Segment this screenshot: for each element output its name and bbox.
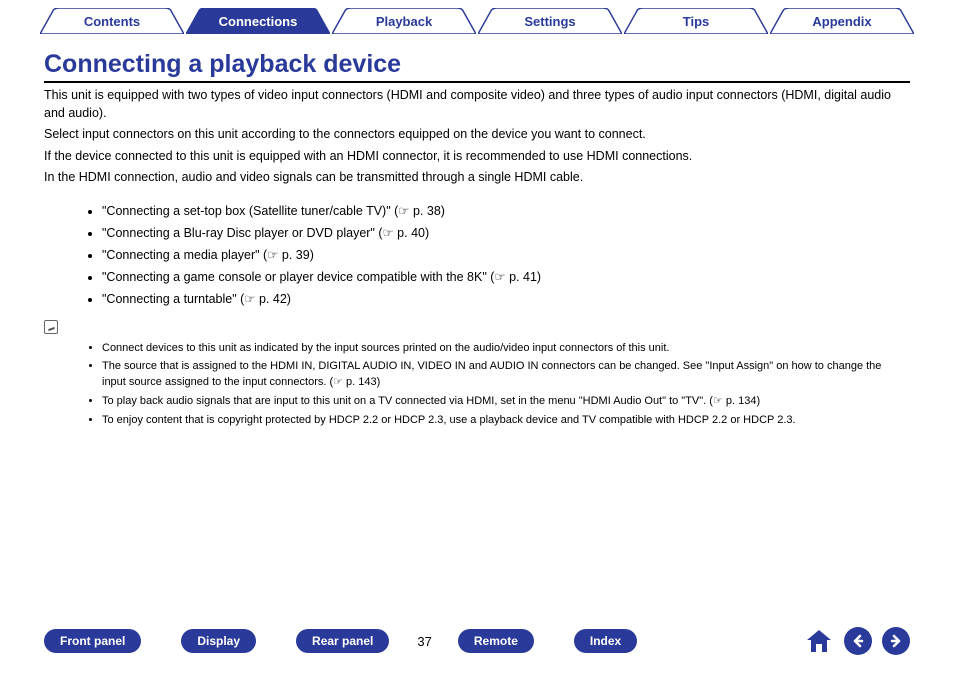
intro-paragraph: If the device connected to this unit is …: [44, 148, 910, 166]
link-text: "Connecting a Blu-ray Disc player or DVD…: [102, 226, 429, 240]
link-text: "Connecting a game console or player dev…: [102, 270, 541, 284]
prev-page-icon[interactable]: [844, 627, 872, 655]
front-panel-button[interactable]: Front panel: [44, 629, 141, 653]
reference-link[interactable]: "Connecting a set-top box (Satellite tun…: [102, 201, 910, 221]
nav-icons: [804, 627, 910, 655]
pill-label: Front panel: [60, 634, 125, 648]
pill-label: Display: [197, 634, 240, 648]
tab-appendix[interactable]: Appendix: [770, 8, 914, 34]
note-item: Connect devices to this unit as indicate…: [102, 341, 902, 357]
note-item: The source that is assigned to the HDMI …: [102, 359, 902, 391]
notes-list: Connect devices to this unit as indicate…: [62, 341, 910, 430]
reference-link[interactable]: "Connecting a turntable" (☞ p. 42): [102, 289, 910, 309]
remote-button[interactable]: Remote: [458, 629, 534, 653]
intro-paragraph: Select input connectors on this unit acc…: [44, 126, 910, 144]
page-body: Connecting a playback device This unit i…: [0, 34, 954, 429]
pill-label: Remote: [474, 634, 518, 648]
tab-contents[interactable]: Contents: [40, 8, 184, 34]
pill-label: Index: [590, 634, 621, 648]
page-number: 37: [417, 634, 431, 649]
note-item: To enjoy content that is copyright prote…: [102, 413, 902, 429]
tab-playback[interactable]: Playback: [332, 8, 476, 34]
reference-link[interactable]: "Connecting a media player" (☞ p. 39): [102, 245, 910, 265]
tab-label: Connections: [219, 14, 298, 29]
index-button[interactable]: Index: [574, 629, 637, 653]
intro-paragraph: This unit is equipped with two types of …: [44, 87, 910, 122]
reference-link-list: "Connecting a set-top box (Satellite tun…: [62, 201, 910, 309]
home-icon[interactable]: [804, 627, 834, 655]
tab-label: Playback: [376, 14, 432, 29]
intro-paragraph: In the HDMI connection, audio and video …: [44, 169, 910, 187]
next-page-icon[interactable]: [882, 627, 910, 655]
reference-link[interactable]: "Connecting a game console or player dev…: [102, 267, 910, 287]
link-text: "Connecting a media player" (☞ p. 39): [102, 248, 314, 262]
tab-tips[interactable]: Tips: [624, 8, 768, 34]
display-button[interactable]: Display: [181, 629, 256, 653]
link-text: "Connecting a turntable" (☞ p. 42): [102, 292, 291, 306]
tab-label: Contents: [84, 14, 140, 29]
rear-panel-button[interactable]: Rear panel: [296, 629, 389, 653]
top-tab-bar: Contents Connections Playback Settings T…: [0, 0, 954, 34]
bottom-bar: Front panel Display Rear panel 37 Remote…: [0, 627, 954, 655]
note-item: To play back audio signals that are inpu…: [102, 394, 902, 410]
page-title: Connecting a playback device: [44, 50, 910, 83]
tab-settings[interactable]: Settings: [478, 8, 622, 34]
link-text: "Connecting a set-top box (Satellite tun…: [102, 204, 445, 218]
pencil-note-icon: [44, 320, 58, 334]
tab-label: Settings: [524, 14, 575, 29]
tab-label: Appendix: [812, 14, 871, 29]
reference-link[interactable]: "Connecting a Blu-ray Disc player or DVD…: [102, 223, 910, 243]
tab-connections[interactable]: Connections: [186, 8, 330, 34]
tab-label: Tips: [683, 14, 710, 29]
pill-label: Rear panel: [312, 634, 373, 648]
